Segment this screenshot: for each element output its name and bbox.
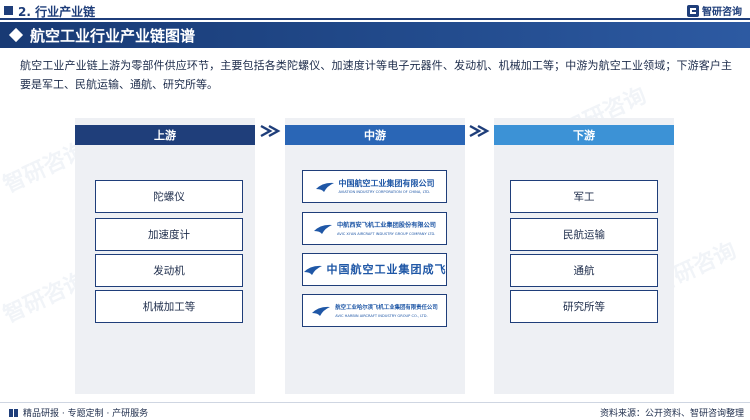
- upstream-panel: 上游 陀螺仪 加速度计 发动机 机械加工等: [75, 118, 255, 394]
- footer-rule: [0, 402, 750, 403]
- downstream-item: 通航: [510, 254, 658, 287]
- company-name-cn: 中国航空工业集团有限公司: [338, 178, 435, 188]
- downstream-item: 军工: [510, 180, 658, 213]
- footer-source: 资料来源：公开资料、智研咨询整理: [599, 409, 744, 419]
- brand-name: 智研咨询: [702, 7, 742, 18]
- company-logo-avic: 中国航空工业集团有限公司 AVIATION INDUSTRY CORPORATI…: [302, 170, 447, 203]
- brand: 智研咨询: [687, 3, 742, 18]
- company-name-cn: 中国航空工业集团成飞: [326, 263, 447, 276]
- brand-logo-icon: [687, 4, 699, 17]
- page-title: 航空工业行业产业链图谱: [30, 27, 196, 45]
- diamond-icon: [8, 27, 24, 43]
- midstream-panel: 中游 中国航空工业集团有限公司 AVIATION INDUSTRY CORPOR…: [285, 118, 465, 394]
- midstream-title: 中游: [285, 125, 465, 145]
- company-logo-harbin: 航空工业哈尔滨飞机工业集团有限责任公司 AVIC HARBIN AIRCRAFT…: [302, 294, 447, 327]
- book-icon: [9, 408, 18, 417]
- arrow-right-icon: [260, 124, 281, 138]
- section-marker-icon: [4, 6, 13, 15]
- avic-wing-icon: [312, 306, 331, 316]
- downstream-panel: 下游 军工 民航运输 通航 研究所等: [494, 118, 674, 394]
- avic-wing-icon: [315, 182, 334, 192]
- upstream-item: 机械加工等: [95, 290, 243, 323]
- footer: 精品研报 · 专题定制 · 产研服务 资料来源：公开资料、智研咨询整理: [0, 402, 750, 420]
- company-name-en: AVIATION INDUSTRY CORPORATION OF CHINA, …: [338, 189, 431, 194]
- title-banner: 航空工业行业产业链图谱: [0, 22, 750, 48]
- company-logo-xian: 中航西安飞机工业集团股份有限公司 AVIC XI'AN AIRCRAFT IND…: [302, 212, 447, 245]
- avic-wing-icon: [303, 265, 322, 275]
- downstream-item: 民航运输: [510, 218, 658, 251]
- downstream-item: 研究所等: [510, 290, 658, 323]
- upstream-item: 发动机: [95, 254, 243, 287]
- company-name-cn: 中航西安飞机工业集团股份有限公司: [337, 221, 436, 229]
- arrow-right-icon: [469, 124, 490, 138]
- avic-wing-icon: [314, 224, 332, 234]
- footer-left: 精品研报 · 专题定制 · 产研服务: [8, 406, 148, 419]
- footer-slogan: 精品研报 · 专题定制 · 产研服务: [23, 409, 149, 419]
- downstream-title: 下游: [494, 125, 674, 145]
- intro-paragraph: 航空工业产业链上游为零部件供应环节，主要包括各类陀螺仪、加速度计等电子元器件、发…: [20, 59, 732, 91]
- company-logo-chengfei: 中国航空工业集团成飞: [302, 253, 447, 286]
- company-name-en: AVIC HARBIN AIRCRAFT INDUSTRY GROUP CO.,…: [335, 313, 428, 318]
- company-name-cn: 航空工业哈尔滨飞机工业集团有限责任公司: [335, 304, 438, 311]
- upstream-title: 上游: [75, 125, 255, 145]
- header-rule: [0, 18, 750, 20]
- upstream-item: 陀螺仪: [95, 180, 243, 213]
- upstream-item: 加速度计: [95, 218, 243, 251]
- company-name-en: AVIC XI'AN AIRCRAFT INDUSTRY GROUP COMPA…: [337, 231, 436, 236]
